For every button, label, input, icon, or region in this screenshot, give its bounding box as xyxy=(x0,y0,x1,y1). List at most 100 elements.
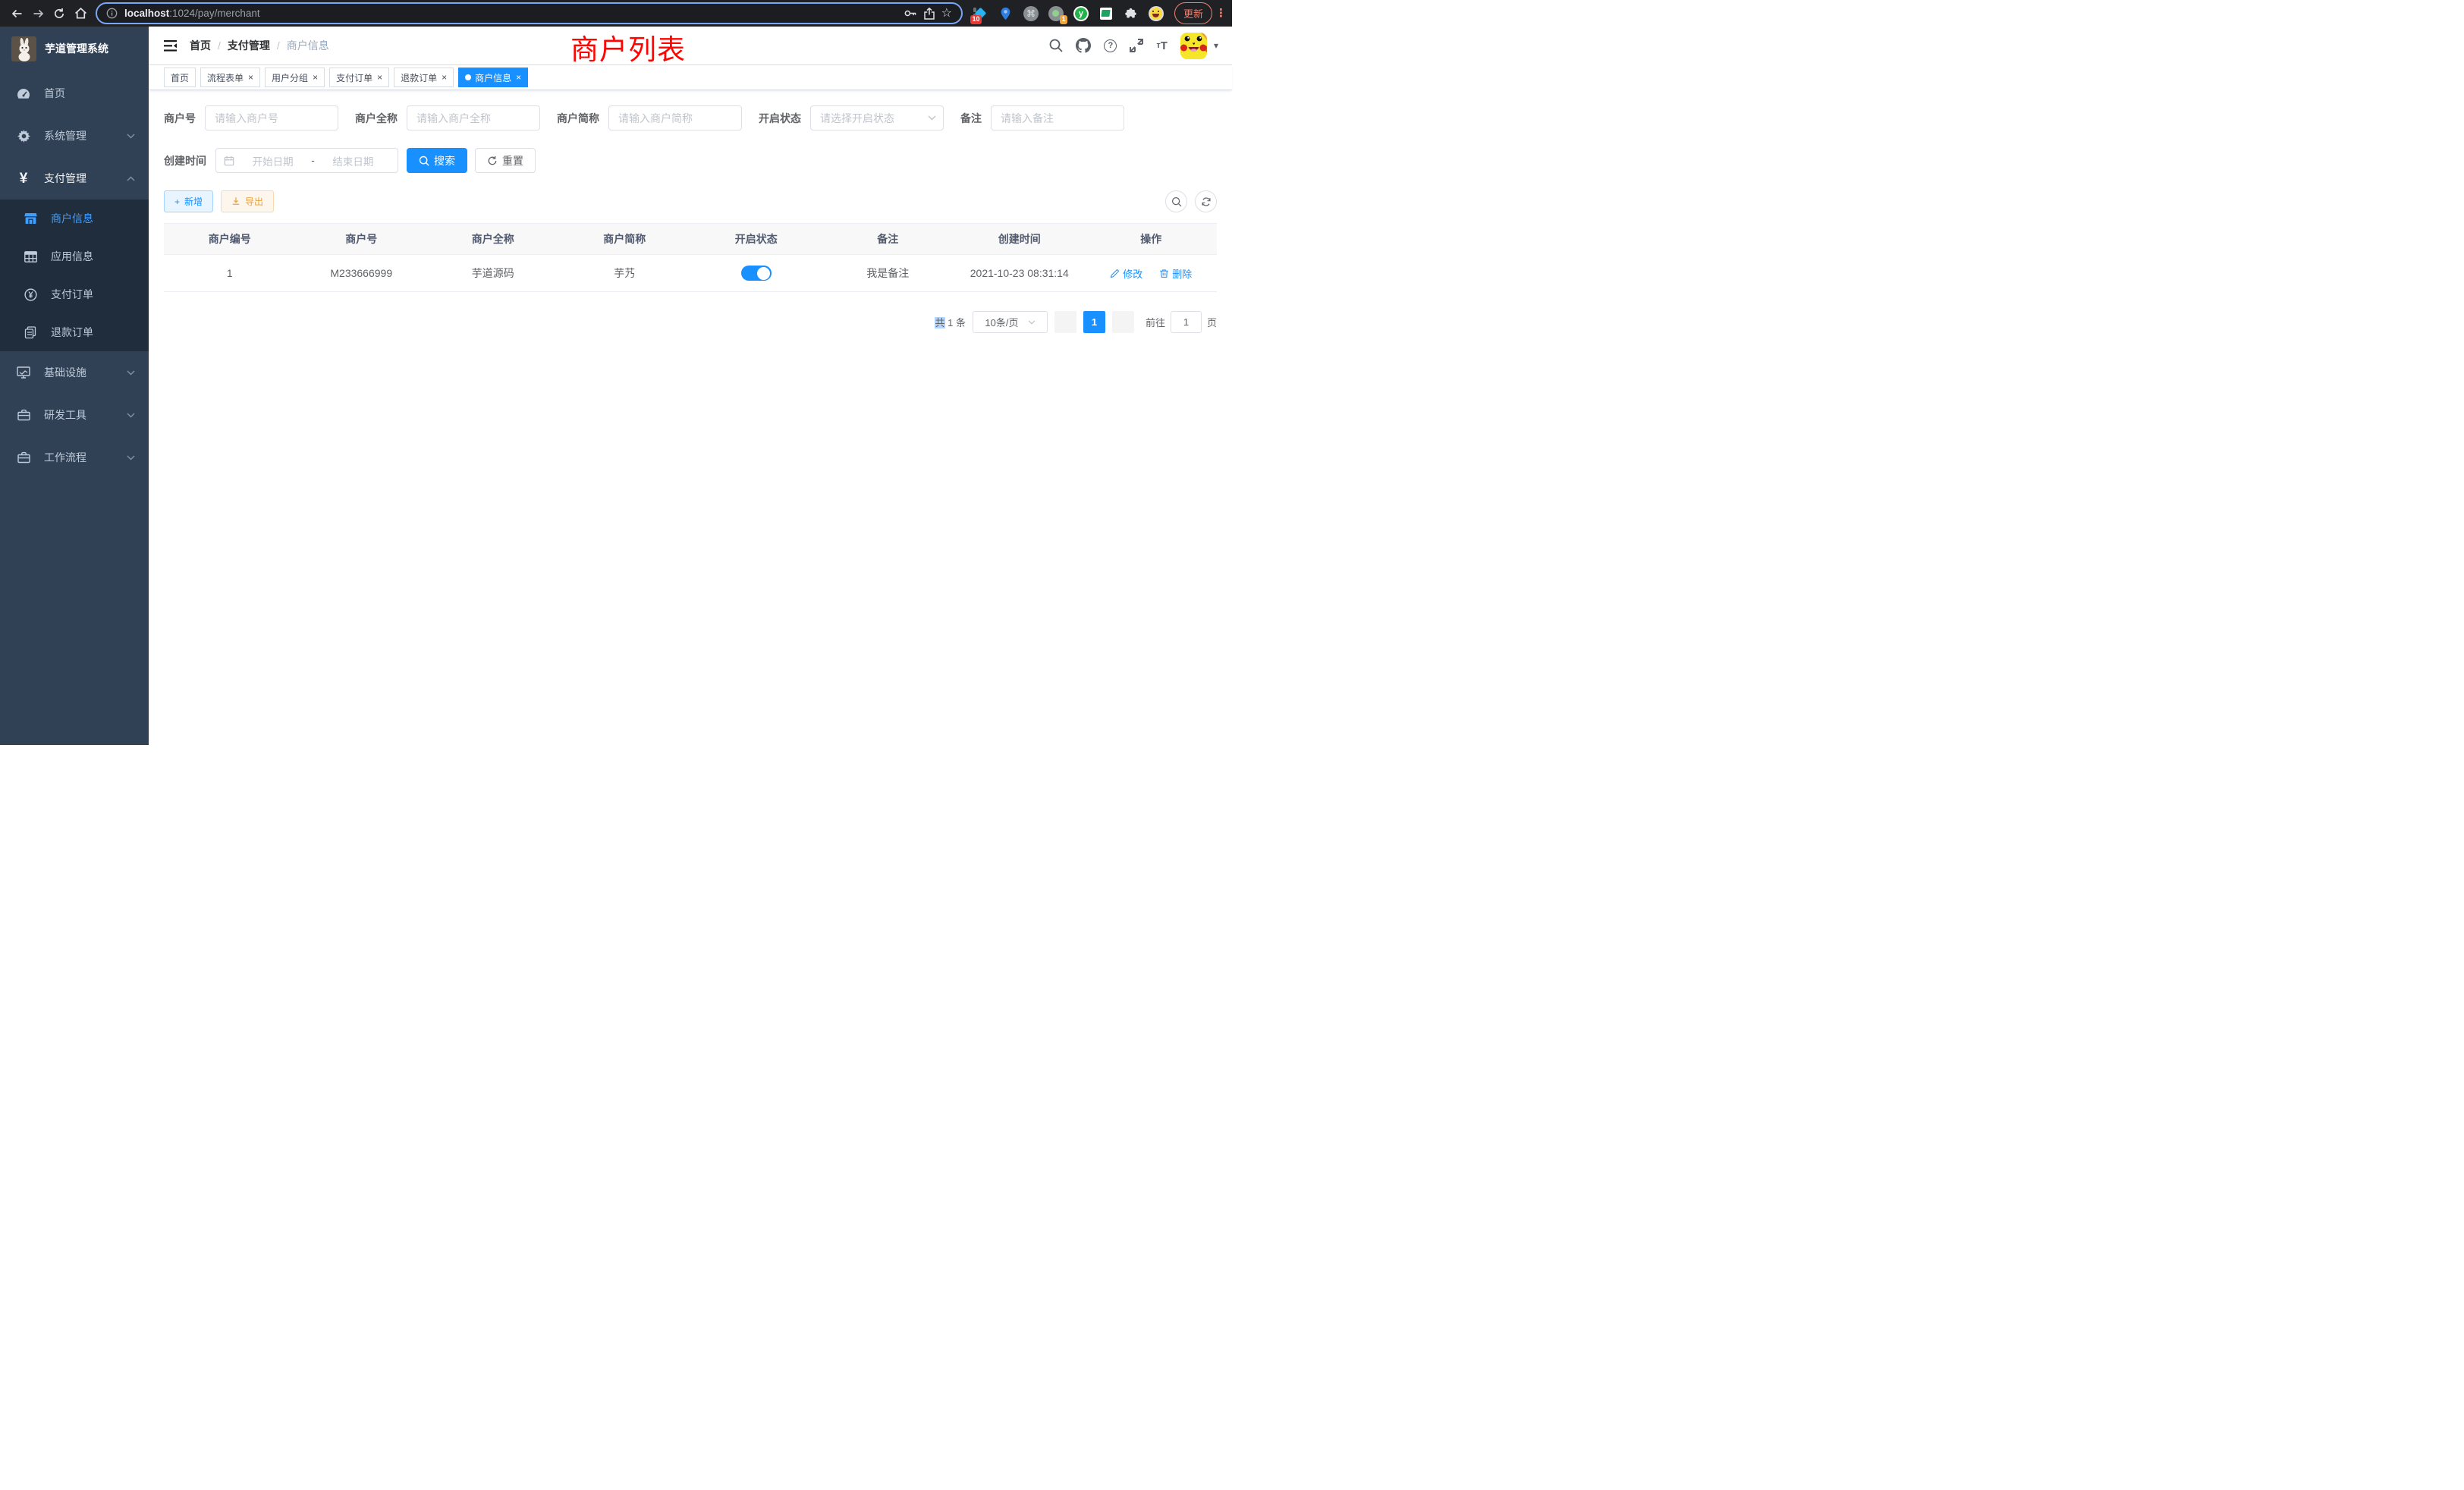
extension-docs-icon[interactable] xyxy=(1098,6,1114,21)
sidebar-logo[interactable]: 芋道管理系统 xyxy=(0,27,149,64)
share-icon[interactable] xyxy=(924,8,935,20)
tab-user-group[interactable]: 用户分组× xyxy=(265,68,325,87)
logo-rabbit-image xyxy=(11,36,36,61)
url-text[interactable]: localhost:1024/pay/merchant xyxy=(124,8,897,19)
close-icon[interactable]: × xyxy=(516,73,521,82)
help-icon[interactable]: ? xyxy=(1104,39,1117,52)
close-icon[interactable]: × xyxy=(248,73,253,82)
password-key-icon[interactable] xyxy=(904,8,917,19)
grid-icon xyxy=(22,251,39,262)
col-merchant-no: 商户号 xyxy=(296,224,428,255)
field-create-time: 创建时间 开始日期 - 结束日期 xyxy=(164,148,398,173)
refresh-icon xyxy=(1201,196,1212,207)
address-bar[interactable]: localhost:1024/pay/merchant ☆ xyxy=(96,2,963,24)
delete-link[interactable]: 删除 xyxy=(1159,266,1192,281)
sidebar-item-home[interactable]: 首页 xyxy=(0,72,149,115)
font-size-icon[interactable]: тT xyxy=(1156,39,1168,52)
sidebar-item-workflow[interactable]: 工作流程 xyxy=(0,436,149,479)
extension-command-icon[interactable]: ⌘ xyxy=(1023,6,1039,21)
next-page-button[interactable] xyxy=(1112,311,1134,333)
sidebar-toggle-icon[interactable] xyxy=(164,40,177,52)
show-search-button[interactable] xyxy=(1165,190,1187,212)
sidebar-item-app-info[interactable]: 应用信息 xyxy=(0,237,149,275)
date-range-picker[interactable]: 开始日期 - 结束日期 xyxy=(215,148,398,173)
reset-button[interactable]: 重置 xyxy=(475,148,536,173)
avatar[interactable] xyxy=(1180,33,1207,59)
sidebar-item-infra[interactable]: 基础设施 xyxy=(0,351,149,394)
browser-home-button[interactable] xyxy=(70,3,91,24)
pen-icon xyxy=(1110,269,1120,278)
extension-pin-icon[interactable] xyxy=(998,6,1014,21)
edit-link[interactable]: 修改 xyxy=(1110,266,1142,281)
prev-page-button[interactable] xyxy=(1054,311,1076,333)
extension-diamond-icon[interactable]: 10 xyxy=(973,6,988,21)
extension-emoji-icon[interactable] xyxy=(1149,6,1164,21)
status-toggle[interactable] xyxy=(741,266,772,281)
cell-actions: 修改 删除 xyxy=(1086,255,1218,292)
search-button[interactable]: 搜索 xyxy=(407,148,467,173)
close-icon[interactable]: × xyxy=(442,73,447,82)
goto-page-input[interactable] xyxy=(1171,311,1202,333)
main-area: 首页 / 支付管理 / 商户信息 商户列表 ? тT xyxy=(149,27,1232,745)
github-icon[interactable] xyxy=(1076,38,1091,53)
sidebar-item-merchant-info[interactable]: 商户信息 xyxy=(0,200,149,237)
sidebar-item-system[interactable]: 系统管理 xyxy=(0,115,149,157)
sidebar-item-devtools[interactable]: 研发工具 xyxy=(0,394,149,436)
browser-forward-button[interactable] xyxy=(27,3,49,24)
browser-toolbar: localhost:1024/pay/merchant ☆ 10 ⌘ 1 y xyxy=(0,0,1232,27)
sidebar-item-refund-order[interactable]: 退款订单 xyxy=(0,313,149,351)
field-remark: 备注 xyxy=(960,105,1124,130)
tab-refund-order[interactable]: 退款订单× xyxy=(394,68,454,87)
table-toolbar: + 新增 导出 xyxy=(164,190,1217,212)
tab-home[interactable]: 首页 xyxy=(164,68,196,87)
table-tools xyxy=(1165,190,1217,212)
browser-back-button[interactable] xyxy=(6,3,27,24)
browser-menu-icon[interactable]: ⋮ xyxy=(1215,11,1226,17)
table-header-row: 商户编号 商户号 商户全称 商户简称 开启状态 备注 创建时间 操作 xyxy=(164,224,1217,255)
extensions-puzzle-icon[interactable] xyxy=(1124,6,1139,21)
page-size-select[interactable]: 10条/页 xyxy=(973,311,1048,333)
tab-merchant-info[interactable]: 商户信息× xyxy=(458,68,528,87)
tab-pay-order[interactable]: 支付订单× xyxy=(329,68,389,87)
merchant-short-name-input[interactable] xyxy=(608,105,742,130)
yen-circle-icon xyxy=(22,288,39,301)
home-icon xyxy=(74,7,87,20)
sidebar-item-pay[interactable]: ¥ 支付管理 xyxy=(0,157,149,200)
breadcrumb-current: 商户信息 xyxy=(287,38,329,53)
extension-recorder-icon[interactable]: 1 xyxy=(1048,6,1064,21)
field-merchant-no: 商户号 xyxy=(164,105,338,130)
page-1-button[interactable]: 1 xyxy=(1083,311,1105,333)
bookmark-star-icon[interactable]: ☆ xyxy=(941,8,952,20)
browser-reload-button[interactable] xyxy=(49,3,70,24)
fullscreen-icon[interactable] xyxy=(1130,39,1143,52)
status-select[interactable]: 请选择开启状态 xyxy=(810,105,944,130)
browser-update-button[interactable]: 更新 xyxy=(1174,2,1212,24)
goto-unit: 页 xyxy=(1207,315,1217,329)
header-search-icon[interactable] xyxy=(1049,39,1063,52)
chevron-down-icon xyxy=(928,115,936,121)
tab-process-form[interactable]: 流程表单× xyxy=(200,68,260,87)
total-count: 共 1 条 xyxy=(935,315,965,329)
cell-merchant-id: 1 xyxy=(164,255,296,292)
extension-y-icon[interactable]: y xyxy=(1073,6,1089,21)
pagination: 共 1 条 10条/页 1 前往 页 xyxy=(164,311,1217,333)
breadcrumb-home[interactable]: 首页 xyxy=(190,38,211,53)
navbar: 首页 / 支付管理 / 商户信息 商户列表 ? тT xyxy=(149,27,1232,64)
refresh-table-button[interactable] xyxy=(1195,190,1217,212)
merchant-no-input[interactable] xyxy=(205,105,338,130)
close-icon[interactable]: × xyxy=(313,73,318,82)
site-info-icon[interactable] xyxy=(106,8,118,19)
end-date-placeholder: 结束日期 xyxy=(316,153,390,168)
shop-icon xyxy=(22,212,39,225)
breadcrumb-section[interactable]: 支付管理 xyxy=(228,38,270,53)
sidebar-item-pay-order[interactable]: 支付订单 xyxy=(0,275,149,313)
export-button[interactable]: 导出 xyxy=(221,190,274,212)
merchant-full-name-input[interactable] xyxy=(407,105,540,130)
avatar-caret-icon[interactable]: ▾ xyxy=(1214,40,1218,51)
plus-icon: + xyxy=(174,196,180,207)
field-status: 开启状态 请选择开启状态 xyxy=(759,105,944,130)
gear-icon xyxy=(15,130,32,143)
add-button[interactable]: + 新增 xyxy=(164,190,213,212)
close-icon[interactable]: × xyxy=(377,73,382,82)
remark-input[interactable] xyxy=(991,105,1124,130)
